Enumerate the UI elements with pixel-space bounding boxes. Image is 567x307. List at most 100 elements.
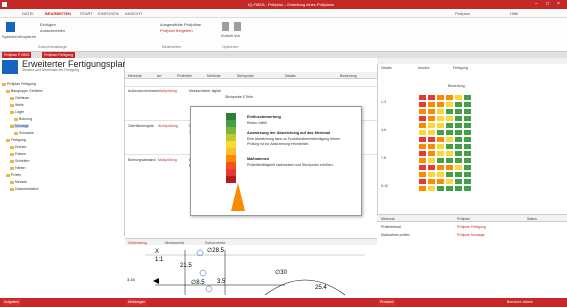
tree-item[interactable]: Härten [10,166,26,170]
heatmap-cell[interactable] [463,136,472,143]
heatmap-cell[interactable] [454,171,463,178]
col-stichprobe[interactable]: Stichprobe [237,74,254,78]
drawing-tab-3[interactable]: Dokumente [205,240,225,245]
tree-item[interactable]: Bohrung [14,117,32,121]
tree-item[interactable]: Montage [10,124,29,128]
heatmap-cell[interactable] [463,143,472,150]
heatmap-cell[interactable] [427,178,436,185]
tree-item[interactable]: Fertigung [6,138,26,142]
heatmap-cell[interactable] [445,101,454,108]
tree-item[interactable]: Baugruppe Getriebe [6,89,43,93]
heatmap-cell[interactable] [454,157,463,164]
undo-icon[interactable] [222,22,229,31]
col-art[interactable]: Art [157,74,161,78]
status-tab-tasks[interactable]: Aufgaben [2,299,21,306]
redo-icon[interactable] [234,22,241,31]
heatmap-cell[interactable] [454,122,463,129]
heatmap-cell[interactable] [463,185,472,192]
cut-button[interactable]: Ausschneiden [40,28,65,33]
heatmap-cell[interactable] [436,129,445,136]
heatmap-cell[interactable] [436,171,445,178]
col-pruefmittel[interactable]: Prüfmittel [177,74,192,78]
tree-item[interactable]: Schleifen [10,159,29,163]
status-tab-log[interactable]: Protokoll [378,299,396,306]
tree-item[interactable]: Dokumentation [10,187,39,191]
cell-type[interactable]: Maßprüfung [158,89,177,93]
heatmap-cell[interactable] [418,157,427,164]
cell-sample[interactable]: Stichprobe 5 Teile [225,95,253,99]
heatmap-cell[interactable] [436,164,445,171]
heatmap-cell[interactable] [454,129,463,136]
heatmap-cell[interactable] [436,94,445,101]
tab-einfuegen[interactable]: EINFÜGEN [98,11,119,16]
heatmap-cell[interactable] [445,164,454,171]
heatmap-cell[interactable] [445,129,454,136]
tree-item[interactable]: Drehen [10,145,26,149]
heatmap-cell[interactable] [427,101,436,108]
heatmap-cell[interactable] [463,171,472,178]
tab-pruefplan[interactable]: Prüfplan [455,11,470,16]
heatmap-cell[interactable] [418,108,427,115]
cell-feature[interactable]: Oberflächengüte [128,124,154,128]
cell-type[interactable]: Sichtprüfung [158,124,178,128]
tab-ansicht[interactable]: ANSICHT [125,11,143,16]
tree-item[interactable]: Prüfplan Fertigung [2,82,36,86]
heatmap-cell[interactable] [463,129,472,136]
heatmap-cell[interactable] [418,143,427,150]
col-merkmal[interactable]: Merkmal [128,74,141,78]
cell-gauge[interactable]: Messschieber digital [189,89,221,93]
tab-hilfe[interactable]: Hilfe [510,11,518,16]
heatmap-cell[interactable] [445,122,454,129]
cell-feature[interactable]: Außendurchmesser [128,89,159,93]
heatmap-cell[interactable] [436,157,445,164]
tree-item[interactable]: Schraube [14,131,34,135]
heatmap-cell[interactable] [427,143,436,150]
col-bewertung[interactable]: Bewertung [340,74,357,78]
heatmap-cell[interactable] [463,164,472,171]
heatmap-cell[interactable] [418,164,427,171]
save-button[interactable]: Speichern [2,34,20,39]
drawing-tab-1[interactable]: Zeichnung [128,240,147,245]
heatmap-cell[interactable] [427,164,436,171]
heatmap-cell[interactable] [418,101,427,108]
copy-button[interactable]: Kopieren [20,34,36,39]
tree-item[interactable]: Prüfen [6,173,21,177]
linked-row-feature[interactable]: Maßnahme prüfen [381,233,410,237]
heatmap-cell[interactable] [463,94,472,101]
heatmap-cell[interactable] [427,108,436,115]
heatmap-cell[interactable] [454,94,463,101]
col-details[interactable]: Details [285,74,296,78]
heatmap-cell[interactable] [436,122,445,129]
heatmap-cell[interactable] [418,178,427,185]
heatmap-cell[interactable] [445,157,454,164]
maximize-button[interactable]: □ [546,1,549,7]
close-button[interactable]: × [557,1,560,7]
heatmap-cell[interactable] [436,101,445,108]
tab-datei[interactable]: DATEI [22,11,33,16]
heatmap-cell[interactable] [436,115,445,122]
heatmap-cell[interactable] [427,115,436,122]
heatmap-cell[interactable] [454,178,463,185]
heatmap-cell[interactable] [445,143,454,150]
heatmap-cell[interactable] [454,164,463,171]
heatmap-cell[interactable] [454,185,463,192]
heatmap-cell[interactable] [436,178,445,185]
heatmap-cell[interactable] [427,136,436,143]
heatmap-cell[interactable] [436,143,445,150]
paste-button[interactable]: Einfügen [40,22,56,27]
heatmap-cell[interactable] [454,101,463,108]
right-header-view[interactable]: Ansicht [418,66,429,70]
heatmap-cell[interactable] [427,129,436,136]
heatmap-cell[interactable] [445,136,454,143]
redo-button[interactable]: Vor [234,33,240,38]
heatmap-cell[interactable] [463,115,472,122]
heatmap-cell[interactable] [463,157,472,164]
heatmap-cell[interactable] [418,185,427,192]
heatmap-cell[interactable] [463,122,472,129]
tree-item[interactable]: Gehäuse [10,96,29,100]
linked-col-feature[interactable]: Merkmal [381,217,394,221]
tree-item[interactable]: Fräsen [10,152,26,156]
heatmap-cell[interactable] [427,171,436,178]
heatmap-cell[interactable] [445,94,454,101]
heatmap-cell[interactable] [454,115,463,122]
